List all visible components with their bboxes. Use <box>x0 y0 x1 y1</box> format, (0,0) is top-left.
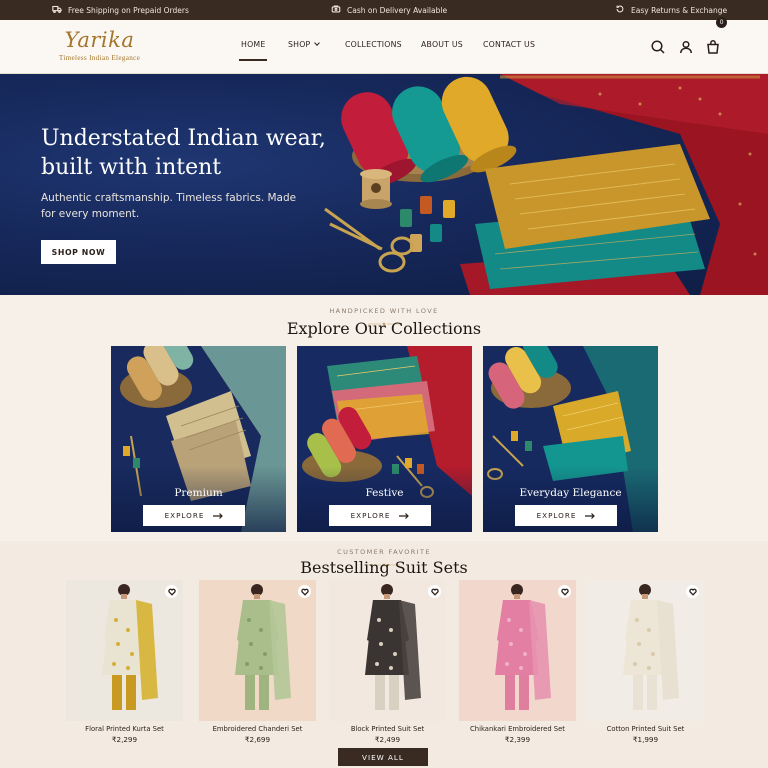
collection-label-premium: Premium <box>174 487 223 499</box>
product-price: ₹1,999 <box>632 735 659 744</box>
cart-count-badge: 0 <box>716 17 727 28</box>
bag-icon[interactable] <box>705 39 721 55</box>
bestsellers-title: Bestselling Suit Sets <box>300 558 468 577</box>
heart-icon <box>688 588 697 596</box>
product-card[interactable]: Floral Printed Kurta Set ₹2,299 <box>66 580 183 744</box>
product-name[interactable]: Chikankari Embroidered Set <box>459 725 576 733</box>
product-card[interactable]: Chikankari Embroidered Set ₹2,399 <box>459 580 576 744</box>
product-image[interactable] <box>587 580 704 721</box>
return-icon <box>615 4 625 16</box>
arrow-right-icon <box>585 512 596 519</box>
wishlist-button[interactable] <box>298 585 311 598</box>
collection-card-everyday[interactable]: Everyday Elegance EXPLORE <box>483 346 658 532</box>
view-all-button[interactable]: VIEW ALL <box>338 748 428 766</box>
explore-festive-button[interactable]: EXPLORE <box>329 505 431 526</box>
collection-label-festive: Festive <box>365 487 404 499</box>
announcement-returns: Easy Returns & Exchange <box>615 0 727 20</box>
product-image[interactable] <box>199 580 316 721</box>
heart-icon <box>300 588 309 596</box>
product-name[interactable]: Block Printed Suit Set <box>329 725 446 733</box>
product-card[interactable]: Block Printed Suit Set ₹2,499 <box>329 580 446 744</box>
announcement-cod: Cash on Delivery Available <box>331 0 447 20</box>
site-header: Yarika Timeless Indian Elegance HOME SHO… <box>0 20 768 74</box>
heart-icon <box>430 588 439 596</box>
nav-home[interactable]: HOME <box>238 40 268 61</box>
product-card[interactable]: Cotton Printed Suit Set ₹1,999 <box>587 580 704 744</box>
brand-tagline: Timeless Indian Elegance <box>58 54 141 62</box>
shipping-text: Free Shipping on Prepaid Orders <box>68 5 189 15</box>
product-image[interactable] <box>66 580 183 721</box>
wishlist-button[interactable] <box>558 585 571 598</box>
collection-card-premium[interactable]: Premium EXPLORE <box>111 346 286 532</box>
cash-icon <box>331 4 341 16</box>
arrow-right-icon <box>213 512 224 519</box>
explore-label: EXPLORE <box>164 511 205 520</box>
wishlist-button[interactable] <box>686 585 699 598</box>
announcement-bar: Free Shipping on Prepaid Orders Cash on … <box>0 0 768 20</box>
heart-icon <box>560 588 569 596</box>
user-icon[interactable] <box>678 39 694 55</box>
explore-label: EXPLORE <box>536 511 577 520</box>
arrow-right-icon <box>399 512 410 519</box>
wishlist-button[interactable] <box>428 585 441 598</box>
collection-card-festive[interactable]: Festive EXPLORE <box>297 346 472 532</box>
product-image[interactable] <box>329 580 446 721</box>
collections-title: Explore Our Collections <box>286 319 482 338</box>
product-image[interactable] <box>459 580 576 721</box>
product-card[interactable]: Embroidered Chanderi Set ₹2,699 <box>199 580 316 744</box>
explore-label: EXPLORE <box>350 511 391 520</box>
cod-text: Cash on Delivery Available <box>347 5 448 15</box>
announcement-shipping: Free Shipping on Prepaid Orders <box>52 0 189 20</box>
product-name[interactable]: Cotton Printed Suit Set <box>587 725 704 733</box>
chevron-down-icon <box>314 40 321 46</box>
truck-icon <box>52 4 62 16</box>
product-price: ₹2,699 <box>244 735 271 744</box>
collection-label-everyday: Everyday Elegance <box>519 487 622 499</box>
product-price: ₹2,499 <box>374 735 401 744</box>
product-price: ₹2,399 <box>504 735 531 744</box>
explore-premium-button[interactable]: EXPLORE <box>143 505 245 526</box>
product-name[interactable]: Floral Printed Kurta Set <box>66 725 183 733</box>
wishlist-button[interactable] <box>165 585 178 598</box>
nav-shop-label: SHOP <box>288 40 311 49</box>
heart-icon <box>167 588 176 596</box>
hero-title: Understated Indian wear, built with inte… <box>41 126 326 180</box>
search-icon[interactable] <box>650 39 666 55</box>
shop-now-button[interactable]: SHOP NOW <box>41 240 116 264</box>
explore-everyday-button[interactable]: EXPLORE <box>515 505 617 526</box>
nav-contact[interactable]: CONTACT US <box>483 40 535 49</box>
hero-subtitle: Authentic craftsmanship. Timeless fabric… <box>41 192 297 220</box>
returns-text: Easy Returns & Exchange <box>631 5 728 15</box>
product-name[interactable]: Embroidered Chanderi Set <box>199 725 316 733</box>
nav-shop[interactable]: SHOP <box>288 40 321 49</box>
hero-banner: Understated Indian wear, built with inte… <box>0 74 768 295</box>
nav-about[interactable]: ABOUT US <box>421 40 463 49</box>
hero-fabric-image <box>324 74 768 295</box>
brand-name: Yarika <box>64 28 135 52</box>
nav-collections[interactable]: COLLECTIONS <box>345 40 402 49</box>
logo[interactable]: Yarika Timeless Indian Elegance <box>52 28 147 62</box>
product-price: ₹2,299 <box>111 735 138 744</box>
